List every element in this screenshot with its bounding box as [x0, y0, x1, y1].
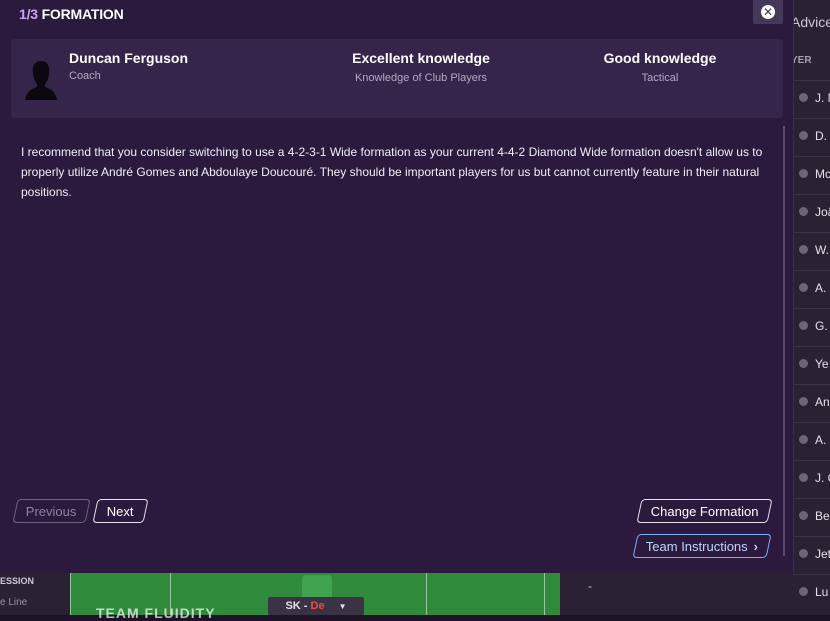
modal-title: 1/3 FORMATION: [19, 6, 124, 22]
next-button[interactable]: Next: [92, 499, 149, 523]
step-indicator: 1/3: [19, 6, 38, 22]
close-icon: ✕: [761, 5, 775, 19]
background-player-row: A.: [793, 422, 830, 461]
knowledge-tactical: Good knowledge Tactical: [540, 50, 780, 84]
player-icon: [799, 321, 808, 330]
player-name: A.: [815, 433, 827, 447]
modal-header: 1/3 FORMATION ✕: [0, 0, 793, 30]
player-icon: [799, 245, 808, 254]
background-player-list: Advice YER J. N D. C Mc Joã W. A. G. Ye An A. J. C…: [791, 0, 830, 615]
next-button-label: Next: [106, 504, 134, 519]
player-icon: [799, 131, 808, 140]
player-name: W.: [815, 243, 829, 257]
player-name: Jet: [815, 547, 830, 561]
team-instructions-label: Team Instructions: [645, 539, 748, 554]
chevron-right-icon: ›: [753, 539, 758, 554]
player-name: Be: [815, 509, 830, 523]
background-left-panel: ESSION e Line: [0, 573, 70, 615]
background-player-row: An: [793, 384, 830, 423]
background-player-row: Ye: [793, 346, 830, 385]
player-icon: [799, 511, 808, 520]
role-label: De: [310, 600, 325, 612]
knowledge-subtitle: Knowledge of Club Players: [354, 72, 488, 84]
player-icon: [799, 359, 808, 368]
knowledge-title: Excellent knowledge: [352, 50, 490, 66]
previous-button[interactable]: Previous: [12, 499, 91, 523]
coach-card: Duncan Ferguson Coach Excellent knowledg…: [11, 39, 783, 118]
background-player-row: G.: [793, 308, 830, 347]
player-icon: [799, 435, 808, 444]
background-player-row: J. C: [793, 460, 830, 499]
avatar: [25, 61, 57, 100]
player-name: Ye: [815, 357, 829, 371]
modal-title-text: FORMATION: [41, 6, 124, 22]
advice-tab[interactable]: Advice: [791, 14, 830, 30]
team-fluidity-label: TEAM FLUIDITY: [96, 605, 216, 621]
background-player-row: Jet: [793, 536, 830, 575]
background-player-row: J. N: [793, 80, 830, 119]
player-icon: [799, 283, 808, 292]
advice-text: I recommend that you consider switching …: [21, 145, 763, 199]
player-name: G.: [815, 319, 828, 333]
knowledge-subtitle: Tactical: [641, 72, 679, 84]
player-name: Joã: [815, 205, 830, 219]
background-player-row: A.: [793, 270, 830, 309]
player-name: A.: [815, 281, 827, 295]
player-name: D. C: [815, 129, 830, 143]
player-name: An: [815, 395, 830, 409]
line-label: e Line: [0, 597, 28, 608]
background-player-row: Joã: [793, 194, 830, 233]
background-player-row: Be: [793, 498, 830, 537]
background-player-row: W.: [793, 232, 830, 271]
coach-name[interactable]: Duncan Ferguson: [69, 50, 188, 66]
background-player-row: Lu: [793, 574, 830, 613]
position-chip[interactable]: SK - De ▼: [268, 597, 364, 615]
change-formation-label: Change Formation: [650, 504, 759, 519]
knowledge-club-players: Excellent knowledge Knowledge of Club Pl…: [301, 50, 541, 84]
background-bottom-panel: -: [560, 573, 793, 615]
coach-role: Coach: [69, 70, 101, 82]
player-icon: [799, 587, 808, 596]
player-icon: [799, 93, 808, 102]
team-instructions-button[interactable]: Team Instructions ›: [632, 534, 772, 558]
scrollbar[interactable]: [783, 126, 785, 556]
placeholder-dash: -: [588, 579, 592, 593]
formation-advice-modal: 1/3 FORMATION ✕ Duncan Ferguson Coach Ex…: [0, 0, 794, 573]
background-pitch: TEAM FLUIDITY SK - De ▼: [70, 573, 560, 621]
player-icon: [799, 549, 808, 558]
player-column-header: YER: [791, 55, 812, 66]
player-name: J. C: [815, 471, 830, 485]
player-name: Lu: [815, 585, 829, 599]
background-player-row: D. C: [793, 118, 830, 157]
player-icon: [799, 169, 808, 178]
player-icon: [799, 473, 808, 482]
player-name: Mc: [815, 167, 830, 181]
previous-button-label: Previous: [25, 504, 77, 519]
player-icon: [799, 207, 808, 216]
position-label: SK: [285, 600, 301, 612]
change-formation-button[interactable]: Change Formation: [636, 499, 773, 523]
possession-label: ESSION: [0, 576, 35, 586]
chevron-down-icon: ▼: [338, 602, 347, 611]
player-icon: [799, 397, 808, 406]
close-button[interactable]: ✕: [753, 0, 783, 24]
knowledge-title: Good knowledge: [603, 50, 717, 66]
background-player-row: Mc: [793, 156, 830, 195]
player-name: J. N: [815, 91, 830, 105]
